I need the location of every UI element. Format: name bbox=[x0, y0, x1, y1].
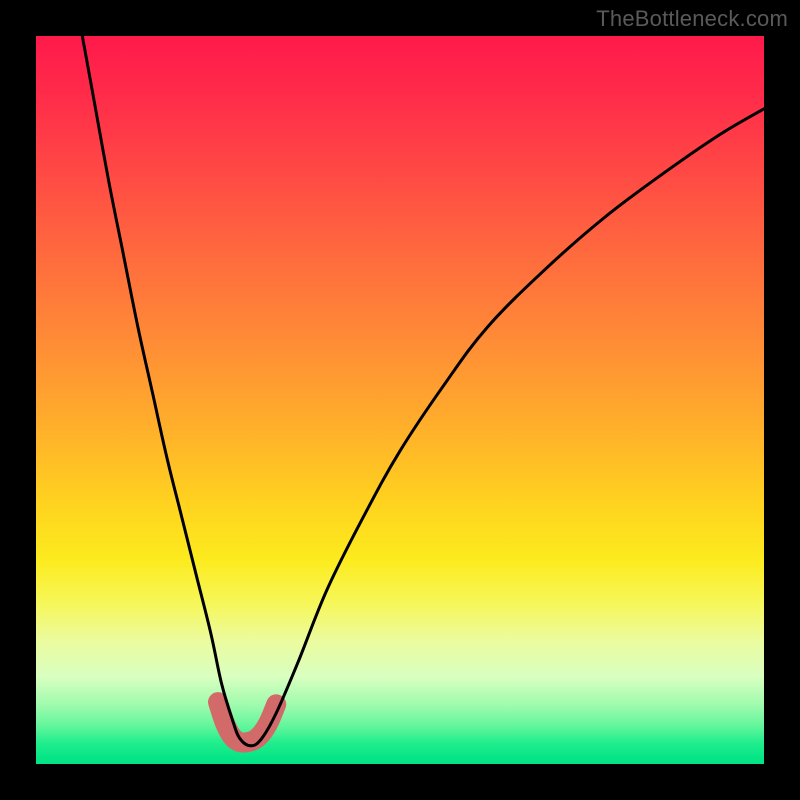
chart-canvas: TheBottleneck.com bbox=[0, 0, 800, 800]
bottleneck-curve bbox=[80, 36, 764, 746]
watermark-text: TheBottleneck.com bbox=[596, 6, 788, 32]
plot-area bbox=[36, 36, 764, 764]
curve-layer bbox=[36, 36, 764, 764]
highlight-path bbox=[218, 702, 276, 743]
